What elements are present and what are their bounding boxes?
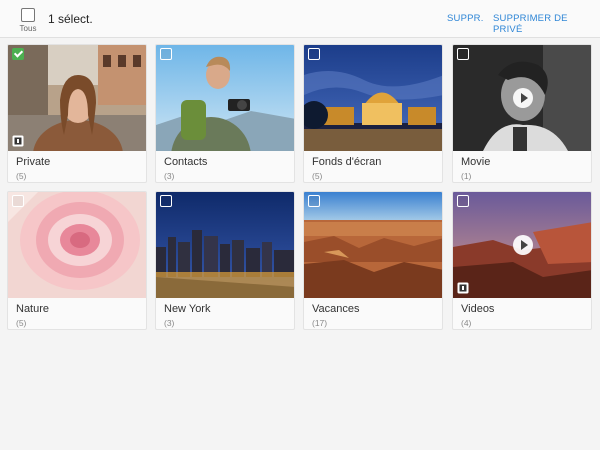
album-card-movie[interactable]: Movie (1) <box>452 44 592 183</box>
album-count: (17) <box>312 318 328 328</box>
album-name: Fonds d'écran <box>312 156 382 168</box>
album-name: Movie <box>461 156 491 168</box>
album-count: (3) <box>164 318 175 328</box>
action-bar: Tous 1 sélect. SUPPR. SUPPRIMER DE PRIVÉ <box>0 0 600 38</box>
selection-count: 1 sélect. <box>48 12 93 26</box>
select-all-label: Tous <box>19 24 37 33</box>
album-checkbox[interactable] <box>160 195 172 207</box>
album-name: Contacts <box>164 156 208 168</box>
select-all-checkbox[interactable]: Tous <box>12 6 46 34</box>
album-checkbox[interactable] <box>160 48 172 60</box>
album-card-private[interactable]: Private (5) <box>7 44 147 183</box>
album-card-vacances[interactable]: Vacances (17) <box>303 191 443 330</box>
album-checkbox[interactable] <box>457 195 469 207</box>
album-checkbox[interactable] <box>12 195 24 207</box>
private-lock-icon <box>457 282 469 294</box>
album-card-videos[interactable]: Videos (4) <box>452 191 592 330</box>
play-icon <box>513 235 533 255</box>
checkbox-icon <box>21 8 35 22</box>
delete-button[interactable]: SUPPR. <box>447 13 484 24</box>
album-card-nature[interactable]: Nature (5) <box>7 191 147 330</box>
album-name: Nature <box>16 303 50 315</box>
album-checkbox[interactable] <box>308 48 320 60</box>
album-count: (5) <box>312 171 323 181</box>
play-icon <box>513 88 533 108</box>
remove-from-private-button[interactable]: SUPPRIMER DE PRIVÉ <box>493 13 600 35</box>
album-thumbnail <box>156 45 294 151</box>
album-count: (4) <box>461 318 472 328</box>
album-checkbox[interactable] <box>308 195 320 207</box>
album-thumbnail <box>304 192 442 298</box>
album-count: (3) <box>164 171 175 181</box>
album-checkbox[interactable] <box>12 48 24 60</box>
album-thumbnail <box>304 45 442 151</box>
private-lock-icon <box>12 135 24 147</box>
album-card-new-york[interactable]: New York (3) <box>155 191 295 330</box>
album-card-contacts[interactable]: Contacts (3) <box>155 44 295 183</box>
album-name: Private <box>16 156 51 168</box>
album-name: New York <box>164 303 211 315</box>
album-checkbox[interactable] <box>457 48 469 60</box>
album-count: (5) <box>16 318 27 328</box>
album-thumbnail <box>8 45 146 151</box>
album-card-fonds-d-ecran[interactable]: Fonds d'écran (5) <box>303 44 443 183</box>
album-thumbnail <box>156 192 294 298</box>
album-thumbnail <box>8 192 146 298</box>
album-name: Videos <box>461 303 495 315</box>
album-count: (5) <box>16 171 27 181</box>
album-name: Vacances <box>312 303 360 315</box>
album-count: (1) <box>461 171 472 181</box>
